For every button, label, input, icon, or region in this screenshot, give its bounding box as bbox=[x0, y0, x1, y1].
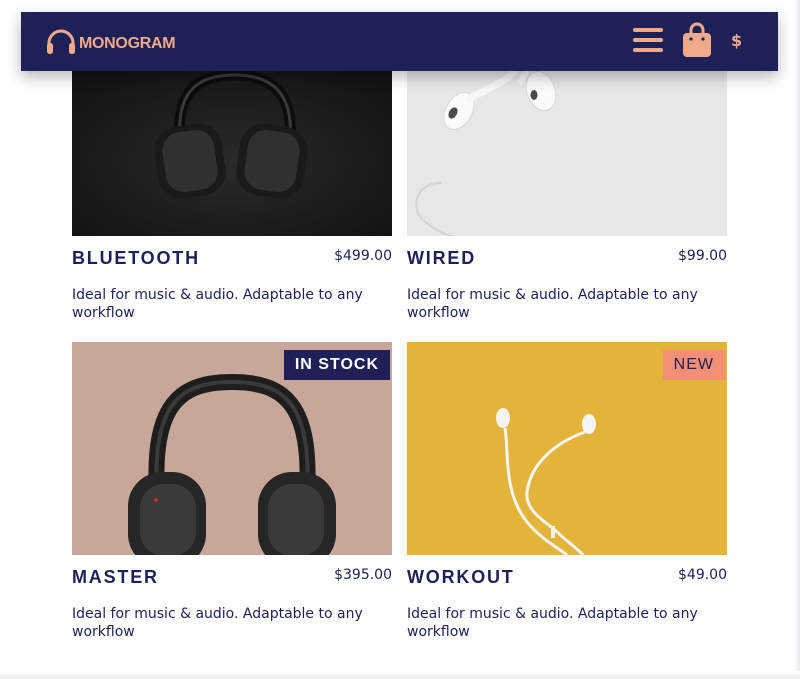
product-image-wired[interactable] bbox=[407, 71, 727, 236]
product-title-row: WORKOUT $49.00 bbox=[407, 565, 727, 599]
product-price: $49.00 bbox=[678, 567, 727, 583]
product-title[interactable]: WORKOUT bbox=[407, 567, 515, 588]
currency-selector[interactable]: $ bbox=[731, 31, 742, 50]
status-badge: IN STOCK bbox=[283, 350, 390, 380]
product-description: Ideal for music & audio. Adaptable to an… bbox=[407, 606, 698, 640]
product-image-workout[interactable]: NEW bbox=[407, 342, 727, 555]
menu-icon bbox=[633, 28, 663, 52]
menu-button[interactable] bbox=[633, 27, 663, 53]
brand-name: MONOGRAM bbox=[79, 35, 176, 52]
window-edge bbox=[794, 0, 800, 679]
top-navbar: MONOGRAM $ bbox=[21, 12, 778, 71]
shopping-bag-icon bbox=[683, 22, 711, 57]
window-edge bbox=[0, 671, 800, 679]
brand-logo[interactable]: MONOGRAM bbox=[45, 29, 176, 59]
product-title-row: BLUETOOTH $499.00 bbox=[72, 246, 392, 280]
product-title[interactable]: WIRED bbox=[407, 248, 476, 269]
product-description: Ideal for music & audio. Adaptable to an… bbox=[72, 287, 363, 321]
product-image-bluetooth[interactable] bbox=[72, 71, 392, 236]
product-card: BLUETOOTH $499.00 Ideal for music & audi… bbox=[72, 71, 392, 322]
product-title[interactable]: MASTER bbox=[72, 567, 159, 588]
product-title[interactable]: BLUETOOTH bbox=[72, 248, 200, 269]
product-description: Ideal for music & audio. Adaptable to an… bbox=[72, 606, 363, 640]
product-card: NEW WORKOUT $49.00 Ideal for music & aud… bbox=[407, 342, 727, 641]
page: MONOGRAM $ BLUETOOTH $499.00 Ideal for m… bbox=[0, 0, 800, 679]
cart-button[interactable] bbox=[681, 22, 713, 58]
product-card: WIRED $99.00 Ideal for music & audio. Ad… bbox=[407, 71, 727, 322]
product-description: Ideal for music & audio. Adaptable to an… bbox=[407, 287, 698, 321]
product-price: $395.00 bbox=[334, 567, 392, 583]
status-badge: NEW bbox=[662, 350, 725, 380]
product-card: IN STOCK MASTER $395.00 Ideal for music … bbox=[72, 342, 392, 641]
product-price: $499.00 bbox=[334, 248, 392, 264]
product-title-row: WIRED $99.00 bbox=[407, 246, 727, 280]
headphones-icon bbox=[45, 29, 77, 59]
product-title-row: MASTER $395.00 bbox=[72, 565, 392, 599]
product-image-master[interactable]: IN STOCK bbox=[72, 342, 392, 555]
product-price: $99.00 bbox=[678, 248, 727, 264]
